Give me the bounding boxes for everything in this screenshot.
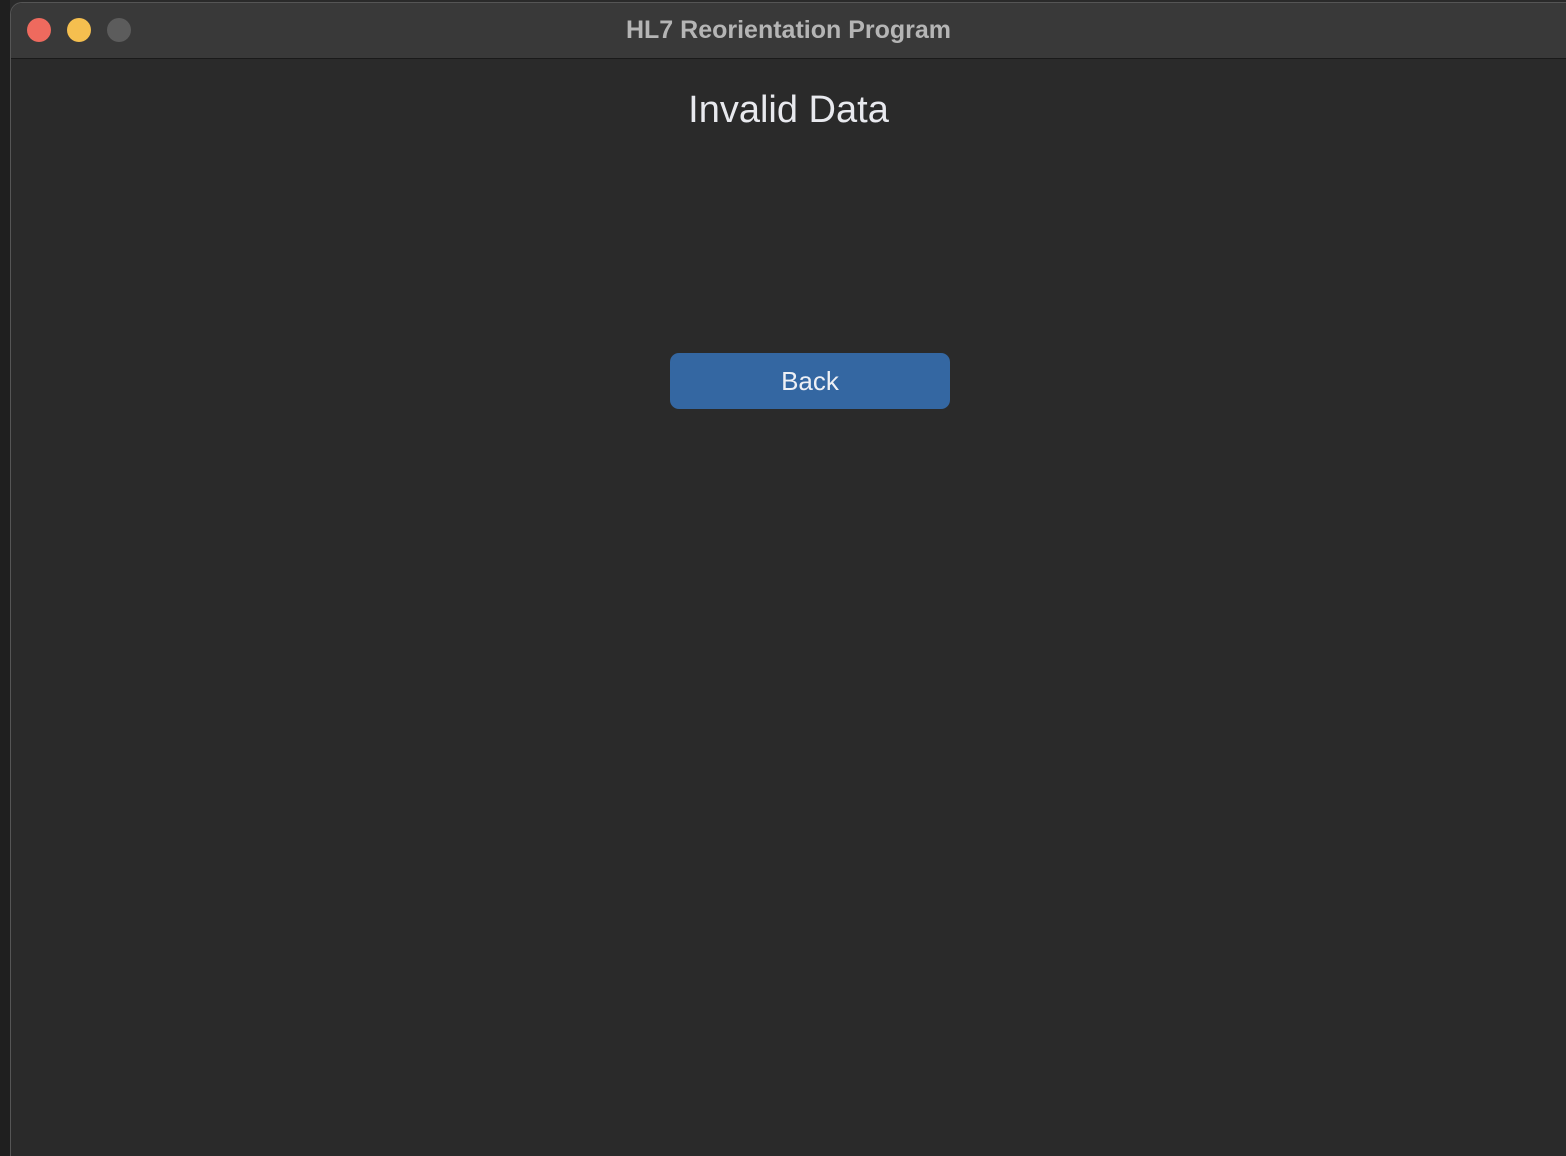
desktop-background xyxy=(0,0,10,1156)
title-bar[interactable]: HL7 Reorientation Program xyxy=(11,3,1566,59)
app-window: HL7 Reorientation Program Invalid Data B… xyxy=(10,2,1566,1156)
main-content: Invalid Data Back xyxy=(11,59,1566,1156)
back-button[interactable]: Back xyxy=(670,353,950,409)
window-title: HL7 Reorientation Program xyxy=(625,16,952,44)
page-title: Invalid Data xyxy=(688,89,889,131)
